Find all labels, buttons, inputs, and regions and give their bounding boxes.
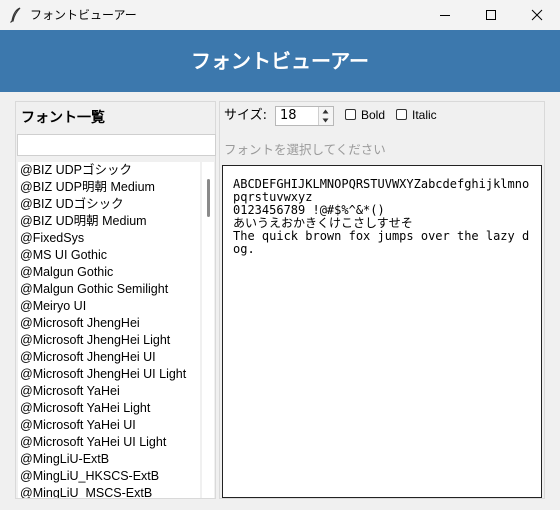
window-title: フォントビューアー	[30, 8, 137, 22]
italic-label: Italic	[412, 108, 437, 122]
size-spinbox[interactable]: 18	[275, 106, 334, 126]
font-list-item[interactable]: @Malgun Gothic Semilight	[18, 281, 200, 298]
preview-line: The quick brown fox jumps over the lazy …	[233, 229, 530, 256]
font-list-item[interactable]: @Microsoft YaHei UI Light	[18, 434, 200, 451]
font-list-item[interactable]: @Meiryo UI	[18, 298, 200, 315]
font-list-item[interactable]: @Malgun Gothic	[18, 264, 200, 281]
header-title: フォントビューアー	[191, 49, 369, 73]
font-list-item[interactable]: @Microsoft YaHei Light	[18, 400, 200, 417]
font-list-item[interactable]: @Microsoft JhengHei UI	[18, 349, 200, 366]
font-list-scrollbar[interactable]	[202, 162, 214, 498]
font-list-item[interactable]: @Microsoft YaHei UI	[18, 417, 200, 434]
font-list-item[interactable]: @BIZ UD明朝 Medium	[18, 213, 200, 230]
font-list-item[interactable]: @FixedSys	[18, 230, 200, 247]
font-list-item[interactable]: @Microsoft JhengHei UI Light	[18, 366, 200, 383]
scrollbar-thumb[interactable]	[207, 179, 210, 217]
minimize-icon	[440, 15, 450, 16]
font-list-panel: フォント一覧 @BIZ UDPゴシック @BIZ UDP明朝 Medium @BIZ…	[15, 101, 216, 499]
size-value[interactable]: 18	[280, 108, 297, 124]
italic-checkbox-box[interactable]	[396, 109, 407, 120]
close-icon	[531, 9, 543, 21]
bold-label: Bold	[361, 108, 386, 122]
close-button[interactable]	[514, 0, 560, 30]
font-list-item[interactable]: @BIZ UDP明朝 Medium	[18, 179, 200, 196]
font-list-item[interactable]: @Microsoft JhengHei	[18, 315, 200, 332]
select-font-hint: フォントを選択してください	[224, 142, 386, 157]
arrow-up-icon	[322, 109, 329, 114]
preview-panel: サイズ: 18 Bold Italic フォントを選択してください ABCDEF…	[219, 101, 545, 499]
maximize-icon	[486, 10, 496, 20]
font-search-input[interactable]	[17, 134, 216, 156]
font-list-title: フォント一覧	[21, 110, 105, 126]
font-list-item[interactable]: @MingLiU-ExtB	[18, 451, 200, 468]
font-list-item[interactable]: @MingLiU_MSCS-ExtB	[18, 485, 200, 498]
minimize-button[interactable]	[422, 0, 468, 30]
font-list-item[interactable]: @MingLiU_HKSCS-ExtB	[18, 468, 200, 485]
bold-checkbox-box[interactable]	[345, 109, 356, 120]
font-list-item[interactable]: @Microsoft JhengHei Light	[18, 332, 200, 349]
title-bar: フォントビューアー	[0, 0, 560, 30]
font-list-item[interactable]: @BIZ UDゴシック	[18, 196, 200, 213]
preview-line: ABCDEFGHIJKLMNOPQRSTUVWXYZabcdefghijklmn…	[233, 177, 530, 204]
font-list[interactable]: @BIZ UDPゴシック @BIZ UDP明朝 Medium @BIZ UDゴシック…	[18, 162, 200, 498]
font-list-item[interactable]: @BIZ UDPゴシック	[18, 162, 200, 179]
font-list-item[interactable]: @MS UI Gothic	[18, 247, 200, 264]
font-list-item[interactable]: @Microsoft YaHei	[18, 383, 200, 400]
feather-icon	[9, 7, 23, 23]
arrow-down-icon	[322, 118, 329, 123]
app-header: フォントビューアー	[0, 30, 560, 92]
maximize-button[interactable]	[468, 0, 514, 30]
size-decrement-button[interactable]	[318, 116, 333, 125]
font-preview-area: ABCDEFGHIJKLMNOPQRSTUVWXYZabcdefghijklmn…	[222, 165, 542, 498]
size-label: サイズ:	[224, 108, 267, 123]
